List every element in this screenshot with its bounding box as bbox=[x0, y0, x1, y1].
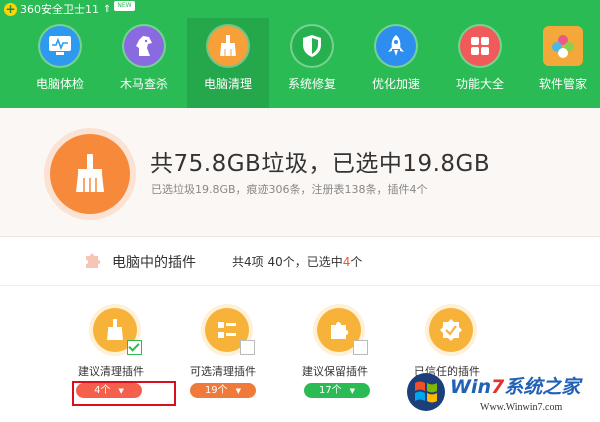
watermark: Win7系统之家 Www.Winwin7.com bbox=[400, 362, 600, 422]
broom-icon bbox=[208, 26, 248, 66]
category-checkbox[interactable] bbox=[240, 340, 255, 355]
category-label: 建议清理插件 bbox=[78, 365, 144, 378]
shield-icon bbox=[292, 26, 332, 66]
plugins-stats: 共4项 40个，已选中4个 bbox=[232, 253, 362, 270]
summary-subtitle: 已选垃圾19.8GB，痕迹306条，注册表138条，插件4个 bbox=[151, 183, 428, 196]
broom-icon bbox=[50, 134, 130, 214]
category-optional-clean[interactable]: 可选清理插件 19个 ▼ bbox=[184, 286, 304, 422]
app-title: 360安全卫士11 bbox=[20, 3, 99, 16]
watermark-brand-prefix: Win bbox=[450, 376, 491, 398]
software-icon bbox=[543, 26, 583, 66]
nav-label: 优化加速 bbox=[371, 77, 420, 91]
top-header: + 360安全卫士11 ⇑ NEW 电脑体检 木马查杀 电脑清理 系统修复 优化… bbox=[0, 0, 600, 108]
upgrade-arrow-icon[interactable]: ⇑ bbox=[103, 4, 111, 15]
nav-label: 电脑清理 bbox=[203, 77, 252, 91]
category-label: 建议保留插件 bbox=[302, 365, 368, 378]
nav-label: 电脑体检 bbox=[35, 77, 84, 91]
category-checkbox[interactable] bbox=[353, 340, 368, 355]
category-count-dropdown[interactable]: 19个 ▼ bbox=[190, 383, 256, 398]
watermark-brand-seven: 7 bbox=[491, 376, 505, 398]
nav-item-features[interactable]: 功能大全 bbox=[442, 18, 518, 108]
nav-item-trojan-scan[interactable]: 木马查杀 bbox=[106, 18, 182, 108]
nav-item-cleanup[interactable]: 电脑清理 bbox=[187, 18, 269, 108]
watermark-url: Www.Winwin7.com bbox=[480, 402, 563, 413]
plugins-title: 电脑中的插件 bbox=[112, 255, 196, 271]
category-label: 可选清理插件 bbox=[190, 365, 256, 378]
nav-label: 软件管家 bbox=[538, 77, 587, 91]
caret-down-icon: ▼ bbox=[349, 387, 356, 395]
nav-label: 功能大全 bbox=[455, 77, 504, 91]
plugins-stats-suffix: 个 bbox=[350, 255, 363, 269]
category-count: 19个 bbox=[204, 385, 228, 396]
category-icon bbox=[425, 304, 477, 356]
plugins-stats-prefix: 共4项 40个，已选中 bbox=[232, 255, 343, 269]
windows-logo-icon bbox=[407, 373, 445, 411]
monitor-icon bbox=[40, 26, 80, 66]
caret-down-icon: ▼ bbox=[235, 387, 242, 395]
plugins-section-header: 电脑中的插件 共4项 40个，已选中4个 bbox=[0, 237, 600, 286]
nav-item-speedup[interactable]: 优化加速 bbox=[358, 18, 434, 108]
category-recommended-keep[interactable]: 建议保留插件 17个 ▼ bbox=[296, 286, 416, 422]
app-logo-icon: + bbox=[4, 1, 17, 16]
main-nav: 电脑体检 木马查杀 电脑清理 系统修复 优化加速 功能大全 软件管家 bbox=[0, 18, 600, 108]
summary-title: 共75.8GB垃圾，已选中19.8GB bbox=[150, 151, 491, 177]
watermark-brand: Win7系统之家 bbox=[450, 372, 580, 399]
horse-icon bbox=[124, 26, 164, 66]
new-badge: NEW bbox=[114, 1, 135, 11]
app-title-bar: + 360安全卫士11 ⇑ NEW bbox=[4, 1, 135, 17]
nav-item-system-repair[interactable]: 系统修复 bbox=[274, 18, 350, 108]
puzzle-icon bbox=[86, 253, 101, 268]
nav-item-software-manager[interactable]: 软件管家 bbox=[526, 18, 600, 108]
category-count-dropdown[interactable]: 17个 ▼ bbox=[304, 383, 370, 398]
nav-label: 木马查杀 bbox=[119, 77, 168, 91]
cleanup-status-icon bbox=[44, 128, 136, 220]
nav-label: 系统修复 bbox=[287, 77, 336, 91]
grid-icon bbox=[460, 26, 500, 66]
watermark-brand-suffix: 系统之家 bbox=[504, 376, 581, 398]
badge-check-icon bbox=[429, 308, 473, 352]
highlight-annotation-box bbox=[72, 381, 176, 406]
category-checkbox[interactable] bbox=[127, 340, 142, 355]
rocket-icon bbox=[376, 26, 416, 66]
nav-item-checkup[interactable]: 电脑体检 bbox=[22, 18, 98, 108]
cleanup-summary: 共75.8GB垃圾，已选中19.8GB 已选垃圾19.8GB，痕迹306条，注册… bbox=[0, 108, 600, 237]
category-count: 17个 bbox=[318, 385, 342, 396]
